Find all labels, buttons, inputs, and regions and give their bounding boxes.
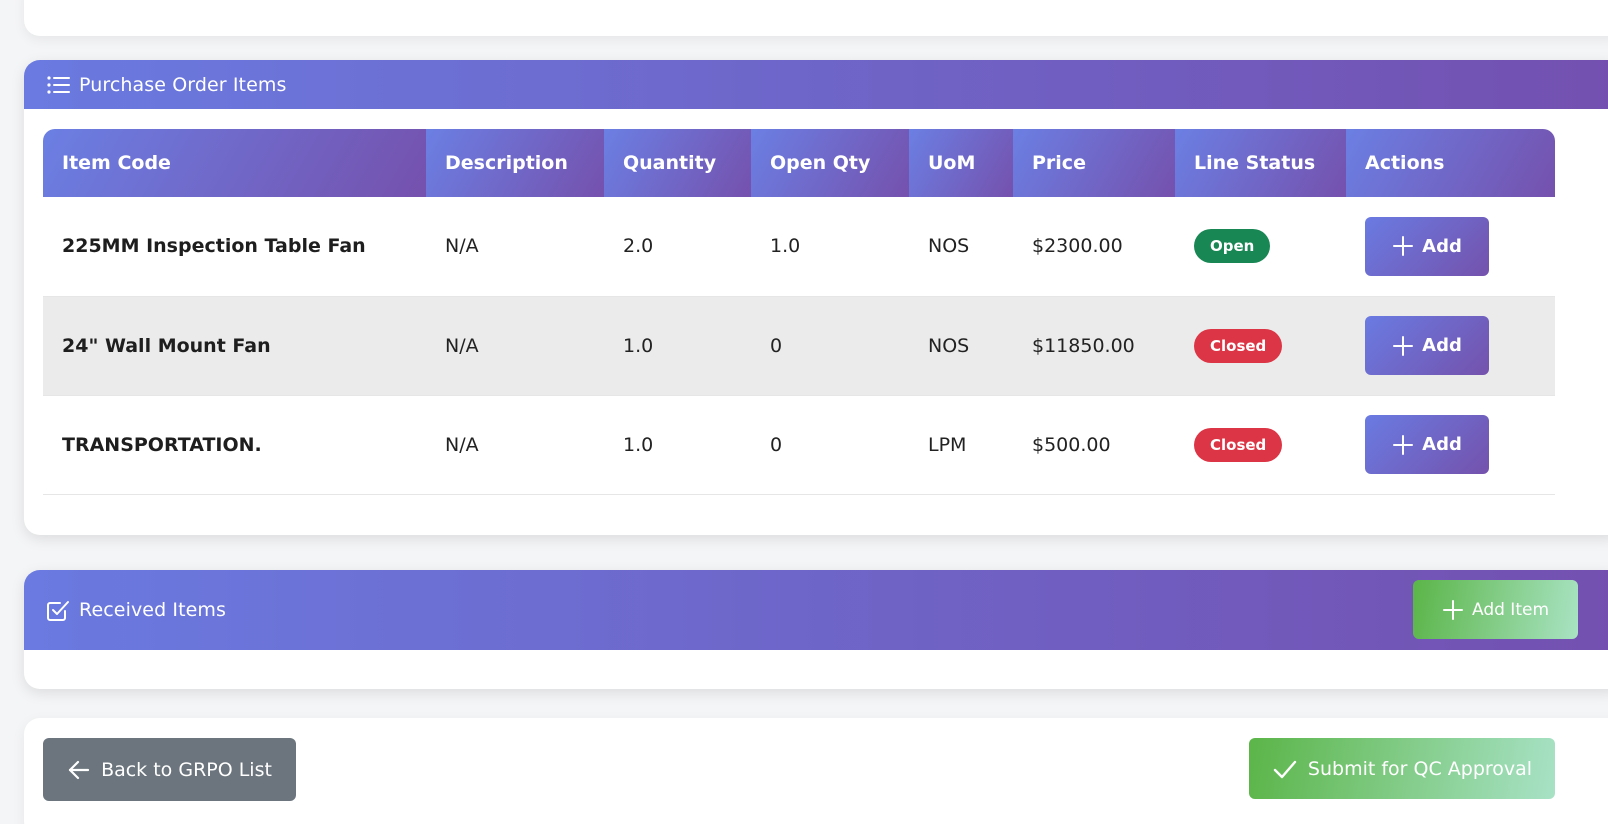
received-items-title: Received Items: [79, 599, 227, 621]
line-status-cell: Open: [1175, 197, 1346, 297]
table-row: TRANSPORTATION. N/A 1.0 0 LPM $500.00 Cl…: [43, 395, 1555, 495]
open-qty-cell: 0: [751, 395, 909, 495]
quantity-cell: 1.0: [604, 395, 751, 495]
submit-for-qc-approval-button[interactable]: Submit for QC Approval: [1249, 738, 1555, 799]
open-qty-cell: 1.0: [751, 197, 909, 297]
plus-icon: [1393, 335, 1414, 356]
po-items-table: Item Code Description Quantity Open Qty …: [43, 129, 1555, 495]
submit-button-label: Submit for QC Approval: [1307, 757, 1533, 780]
uom-cell: LPM: [909, 395, 1013, 495]
checkbox-icon: [45, 597, 71, 623]
arrow-left-icon: [68, 760, 90, 779]
column-header-open-qty: Open Qty: [751, 129, 909, 197]
quantity-cell: 2.0: [604, 197, 751, 297]
column-header-actions: Actions: [1346, 129, 1555, 197]
price-cell: $2300.00: [1013, 197, 1175, 297]
quantity-cell: 1.0: [604, 296, 751, 396]
received-items-header: Received Items Add Item: [24, 570, 1608, 650]
column-header-quantity: Quantity: [604, 129, 751, 197]
purchase-order-items-header: Purchase Order Items: [24, 60, 1608, 109]
actions-cell: Add: [1346, 197, 1555, 297]
uom-cell: NOS: [909, 296, 1013, 396]
column-header-line-status: Line Status: [1175, 129, 1346, 197]
status-badge: Open: [1194, 229, 1271, 264]
open-qty-cell: 0: [751, 296, 909, 396]
column-header-price: Price: [1013, 129, 1175, 197]
uom-cell: NOS: [909, 197, 1013, 297]
add-item-button[interactable]: Add Item: [1413, 580, 1578, 639]
add-line-button[interactable]: Add: [1365, 415, 1489, 474]
add-button-label: Add: [1422, 335, 1462, 356]
status-badge: Closed: [1194, 328, 1283, 363]
item-code-cell: TRANSPORTATION.: [43, 395, 426, 495]
add-line-button[interactable]: Add: [1365, 216, 1489, 276]
table-header-row: Item Code Description Quantity Open Qty …: [43, 129, 1555, 197]
purchase-order-items-title: Purchase Order Items: [79, 73, 287, 96]
add-line-button[interactable]: Add: [1365, 316, 1489, 375]
add-button-label: Add: [1422, 235, 1462, 257]
column-header-uom: UoM: [909, 129, 1013, 197]
line-status-cell: Closed: [1175, 296, 1346, 396]
add-item-label: Add Item: [1471, 599, 1549, 620]
status-badge: Closed: [1194, 427, 1283, 462]
back-button-label: Back to GRPO List: [101, 758, 272, 781]
actions-cell: Add: [1346, 296, 1555, 396]
column-header-item-code: Item Code: [43, 129, 426, 197]
list-icon: [45, 72, 71, 98]
column-header-description: Description: [426, 129, 604, 197]
po-items-table-wrapper: Item Code Description Quantity Open Qty …: [43, 129, 1555, 495]
footer-actions-card: Back to GRPO List Submit for QC Approval: [24, 718, 1608, 824]
table-row: 24" Wall Mount Fan N/A 1.0 0 NOS $11850.…: [43, 296, 1555, 396]
item-code-cell: 225MM Inspection Table Fan: [43, 197, 426, 297]
back-to-grpo-list-button[interactable]: Back to GRPO List: [43, 738, 296, 801]
plus-icon: [1393, 434, 1414, 455]
purchase-order-items-card: Purchase Order Items Item Code Descripti…: [24, 60, 1608, 535]
plus-icon: [1393, 236, 1414, 257]
previous-card: [24, 0, 1608, 36]
price-cell: $11850.00: [1013, 296, 1175, 396]
item-code-cell: 24" Wall Mount Fan: [43, 296, 426, 396]
add-button-label: Add: [1422, 434, 1462, 455]
price-cell: $500.00: [1013, 395, 1175, 495]
actions-cell: Add: [1346, 395, 1555, 495]
description-cell: N/A: [426, 395, 604, 495]
description-cell: N/A: [426, 296, 604, 396]
line-status-cell: Closed: [1175, 395, 1346, 495]
plus-icon: [1442, 599, 1463, 620]
received-items-card: Received Items Add Item: [24, 570, 1608, 689]
description-cell: N/A: [426, 197, 604, 297]
table-row: 225MM Inspection Table Fan N/A 2.0 1.0 N…: [43, 197, 1555, 297]
check-icon: [1273, 760, 1297, 778]
